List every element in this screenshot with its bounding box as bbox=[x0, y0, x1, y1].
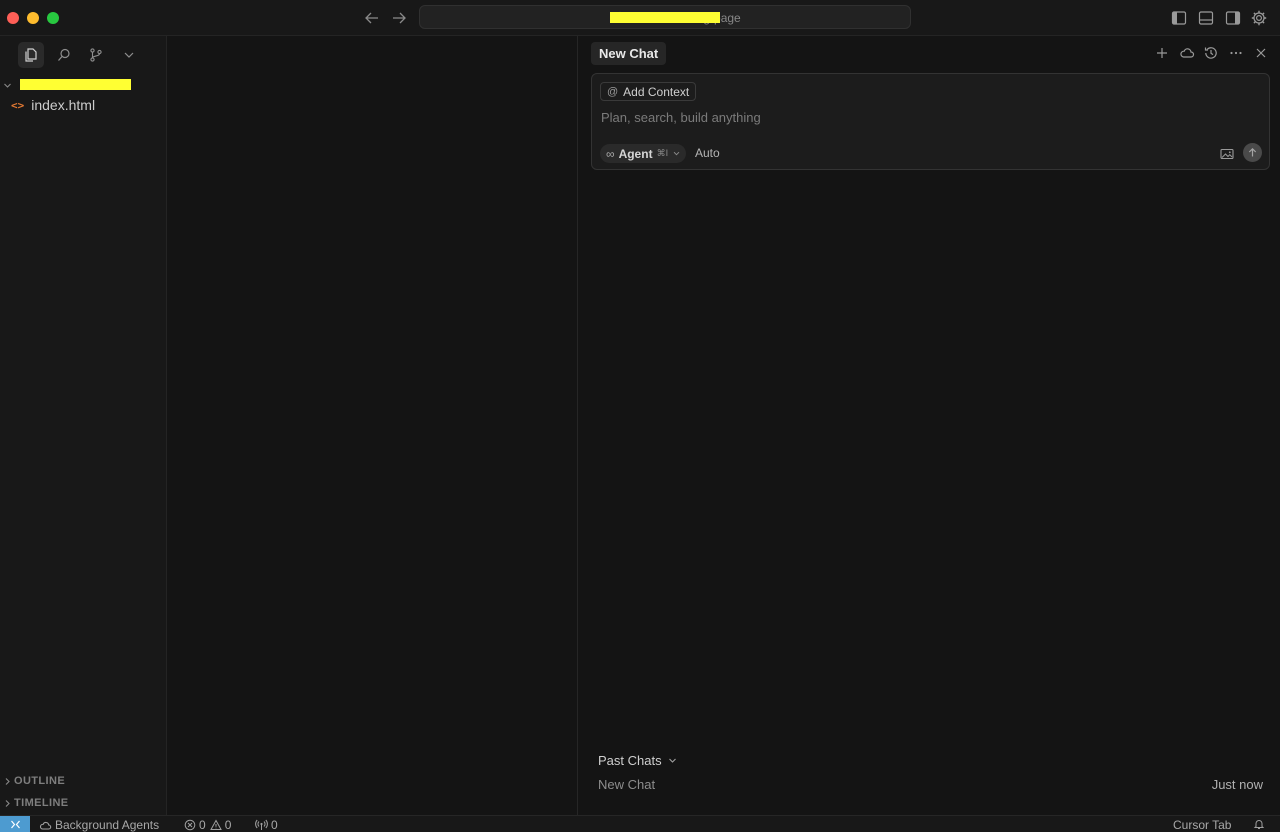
timeline-section-header[interactable]: TIMELINE bbox=[0, 792, 166, 814]
background-agents-label: Background Agents bbox=[55, 818, 160, 832]
chat-composer[interactable]: @ Add Context Plan, search, build anythi… bbox=[591, 73, 1270, 170]
chevron-right-icon bbox=[0, 777, 14, 786]
chat-tab-new-chat[interactable]: New Chat bbox=[591, 42, 667, 65]
command-center-search[interactable]: cursor-landing-page bbox=[419, 5, 911, 29]
chevron-right-icon bbox=[0, 799, 14, 808]
broadcast-icon bbox=[255, 819, 268, 831]
title-bar: cursor-landing-page bbox=[0, 0, 1280, 36]
cursor-tab-button[interactable]: Cursor Tab bbox=[1173, 818, 1231, 832]
outline-section-header[interactable]: OUTLINE bbox=[0, 770, 166, 792]
toggle-secondary-sidebar-icon[interactable] bbox=[1224, 9, 1242, 27]
more-views-chevron-icon[interactable] bbox=[116, 42, 142, 68]
forward-arrow-icon[interactable] bbox=[390, 9, 408, 27]
chevron-down-icon bbox=[668, 756, 677, 765]
error-count: 0 bbox=[199, 818, 206, 832]
zoom-window-button[interactable] bbox=[47, 12, 59, 24]
chevron-down-icon bbox=[0, 81, 14, 90]
chat-input[interactable]: Plan, search, build anything bbox=[601, 110, 761, 125]
add-context-button[interactable]: @ Add Context bbox=[600, 82, 697, 101]
model-selector[interactable]: Auto bbox=[695, 146, 720, 160]
redaction-mark bbox=[610, 12, 720, 23]
ports-count: 0 bbox=[271, 818, 278, 832]
history-icon[interactable] bbox=[1203, 45, 1219, 61]
explorer-files-icon[interactable] bbox=[18, 42, 44, 68]
file-name: index.html bbox=[31, 97, 96, 113]
cloud-icon bbox=[39, 820, 52, 831]
background-agents-button[interactable]: Background Agents bbox=[39, 818, 159, 832]
warning-icon bbox=[209, 819, 222, 831]
outline-label: OUTLINE bbox=[14, 775, 66, 787]
warning-count: 0 bbox=[224, 818, 232, 832]
notification-bell-icon[interactable] bbox=[1253, 818, 1265, 830]
error-icon bbox=[184, 819, 196, 831]
redaction-mark bbox=[20, 79, 131, 90]
past-chat-item[interactable]: New Chat bbox=[598, 777, 655, 792]
explorer-sidebar: <> index.html OUTLINE TIMELINE bbox=[0, 36, 167, 815]
settings-gear-icon[interactable] bbox=[1250, 9, 1268, 27]
chat-panel: New Chat @ Add Context Plan, search, bui… bbox=[579, 36, 1280, 815]
add-context-label: Add Context bbox=[623, 84, 690, 99]
more-ellipsis-icon[interactable] bbox=[1228, 45, 1244, 61]
toggle-panel-icon[interactable] bbox=[1197, 9, 1215, 27]
file-item-index-html[interactable]: <> index.html bbox=[0, 94, 166, 116]
cloud-icon[interactable] bbox=[1179, 45, 1195, 61]
problems-indicator[interactable]: 0 0 bbox=[184, 818, 231, 832]
back-arrow-icon[interactable] bbox=[363, 9, 381, 27]
search-icon[interactable] bbox=[51, 42, 77, 68]
status-bar: Background Agents 0 0 0 Cursor Tab bbox=[0, 815, 1280, 832]
cursor-tab-label: Cursor Tab bbox=[1173, 818, 1232, 832]
remote-indicator-icon[interactable] bbox=[0, 816, 30, 832]
agent-label: Agent bbox=[618, 146, 653, 161]
image-attach-icon[interactable] bbox=[1220, 148, 1234, 160]
source-control-icon[interactable] bbox=[83, 42, 109, 68]
ports-indicator[interactable]: 0 bbox=[255, 818, 278, 832]
html-file-icon: <> bbox=[11, 98, 25, 112]
infinity-icon: ∞ bbox=[606, 146, 615, 161]
minimize-window-button[interactable] bbox=[27, 12, 39, 24]
past-chats-toggle[interactable]: Past Chats bbox=[598, 753, 677, 768]
past-chat-time: Just now bbox=[1211, 777, 1263, 792]
close-window-button[interactable] bbox=[7, 12, 19, 24]
timeline-label: TIMELINE bbox=[14, 797, 69, 809]
agent-mode-dropdown[interactable]: ∞ Agent ⌘I bbox=[600, 144, 687, 163]
agent-shortcut: ⌘I bbox=[656, 148, 669, 158]
toggle-primary-sidebar-icon[interactable] bbox=[1170, 9, 1188, 27]
workspace-folder-row[interactable] bbox=[0, 74, 166, 96]
chevron-down-icon bbox=[673, 150, 680, 157]
new-chat-plus-icon[interactable] bbox=[1154, 45, 1170, 61]
send-button[interactable] bbox=[1243, 143, 1262, 162]
editor-area[interactable] bbox=[167, 36, 578, 815]
close-icon[interactable] bbox=[1253, 45, 1269, 61]
at-sign-icon: @ bbox=[607, 85, 619, 98]
past-chats-label: Past Chats bbox=[598, 753, 662, 768]
